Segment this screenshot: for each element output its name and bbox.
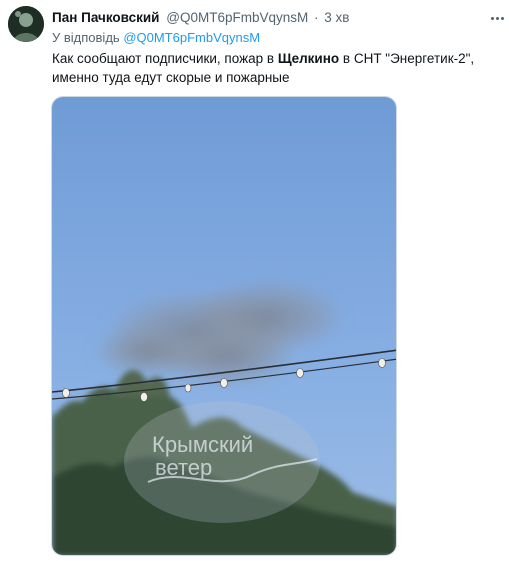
tweet-header: Пан Пачковский @Q0MT6pFmbVqynsM · 3 хв: [52, 9, 349, 27]
tweet-text-bold: Щелкино: [277, 51, 340, 66]
watermark-line1: Крымский: [152, 432, 253, 457]
watermark-logo: Крымский ветер: [124, 401, 320, 523]
watermark-line2: ветер: [155, 455, 212, 480]
tweet-photo[interactable]: Крымский ветер: [51, 96, 397, 556]
tweet-card[interactable]: Пан Пачковский @Q0MT6pFmbVqynsM · 3 хв У…: [0, 0, 509, 561]
tweet-text: Как сообщают подписчики, пожар в Щелкино…: [52, 49, 502, 87]
reply-context: У відповідь @Q0MT6pFmbVqynsM: [52, 29, 260, 46]
author-name[interactable]: Пан Пачковский: [52, 10, 159, 25]
avatar[interactable]: [8, 6, 44, 42]
author-handle[interactable]: @Q0MT6pFmbVqynsM: [166, 10, 308, 25]
separator-dot: ·: [314, 10, 319, 25]
reply-handle-link[interactable]: @Q0MT6pFmbVqynsM: [123, 30, 260, 45]
more-dots-icon[interactable]: [488, 9, 506, 27]
tweet-time[interactable]: 3 хв: [324, 10, 349, 25]
tweet-text-part1: Как сообщают подписчики, пожар в: [52, 51, 278, 66]
reply-prefix: У відповідь: [52, 30, 120, 45]
